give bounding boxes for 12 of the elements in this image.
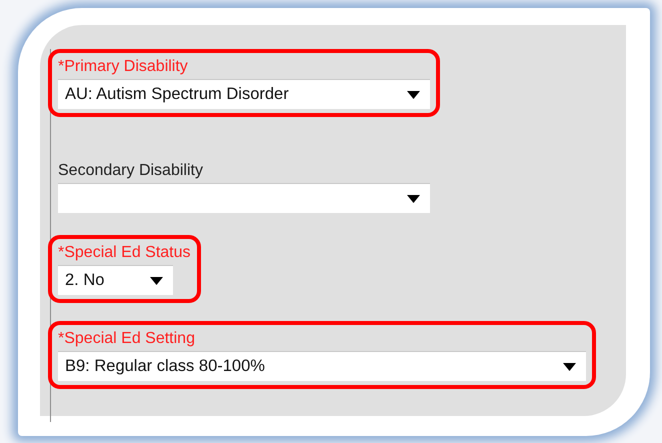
- field-label: *Primary Disability: [58, 57, 189, 77]
- dropdown[interactable]: [58, 183, 430, 213]
- field-label: *Special Ed Status: [58, 243, 191, 263]
- dropdown[interactable]: B9: Regular class 80-100%: [58, 351, 586, 381]
- field-label: Secondary Disability: [58, 161, 204, 181]
- caret-icon: [563, 362, 576, 370]
- field-label: *Special Ed Setting: [58, 329, 196, 349]
- caret-icon: [150, 276, 163, 284]
- dropdown[interactable]: AU: Autism Spectrum Disorder: [58, 79, 430, 109]
- caret-icon: [407, 90, 420, 98]
- caret-icon: [407, 194, 420, 202]
- dropdown[interactable]: 2. No: [58, 265, 173, 295]
